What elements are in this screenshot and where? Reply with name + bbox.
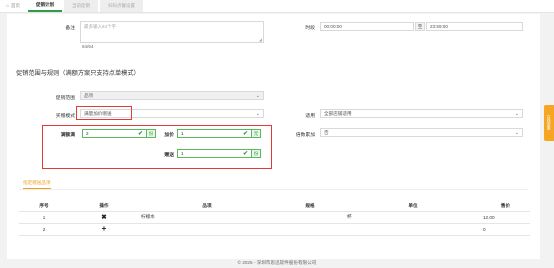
footer-copyright: © 2025 - 深圳市思迅软件股份有限公司	[237, 260, 317, 265]
subtab-divider	[19, 189, 528, 190]
row-index: 1	[19, 211, 69, 224]
chevron-down-icon: ⌄	[514, 111, 519, 117]
chevron-down-icon: ⌄	[255, 111, 260, 117]
apply-select[interactable]: 全部店铺适用 ⌄	[320, 109, 523, 118]
tab-specified-gift-items[interactable]: 指定赠送品项	[23, 180, 51, 189]
row-price[interactable]: 0	[481, 223, 530, 236]
resize-grip-icon[interactable]: ◢	[259, 37, 262, 42]
mode-label: 买赠模式	[55, 114, 75, 119]
scope-section-title: 促销范围与规则（满额方案只支持点单模式）	[16, 70, 140, 77]
check-icon: ✔	[137, 131, 143, 137]
row-unit	[345, 223, 481, 236]
multiply-value: 否	[324, 129, 329, 135]
col-spec-header: 规格	[275, 201, 345, 212]
main-panel: 备注 最多输入64个字 ◢ 64/64 时段 00:00:00 至 23:59:…	[7, 14, 540, 259]
table-row: 2 + 0	[19, 223, 530, 236]
gift-label: 赠送	[164, 153, 174, 158]
time-start-input[interactable]: 00:00:00	[320, 22, 414, 31]
range-select: 品项 ⌄	[80, 91, 264, 100]
row-spec	[275, 211, 345, 224]
add-price-input[interactable]: 1 ✔ 元	[177, 129, 261, 138]
row-unit: 杯	[345, 211, 481, 224]
tab-home[interactable]: ⌂ 首页	[0, 0, 28, 12]
remark-textarea[interactable]: 最多输入64个字 ◢	[80, 21, 264, 43]
full-amount-input[interactable]: 2 ✔ 份	[82, 129, 156, 138]
time-label: 时段	[305, 26, 315, 31]
col-unit-header: 单位	[345, 201, 481, 212]
tab-current-promotion[interactable]: 当前促销	[64, 0, 99, 12]
row-price[interactable]: 12.00	[481, 211, 530, 224]
chevron-down-icon: ⌄	[514, 130, 519, 136]
home-icon: ⌂	[6, 3, 10, 9]
row-item[interactable]: 柠檬水	[139, 211, 275, 224]
time-end-input[interactable]: 23:59:00	[426, 22, 523, 31]
col-index-header: 序号	[19, 201, 69, 212]
multiply-select[interactable]: 否 ⌄	[320, 128, 523, 137]
online-service-handle[interactable]: 在线客服	[544, 105, 554, 141]
price-label: 加价	[164, 133, 174, 138]
row-action: ✖	[69, 211, 139, 224]
apply-label: 适用	[305, 114, 315, 119]
col-item-header: 品项	[139, 201, 275, 212]
add-price-value: 1	[181, 131, 184, 136]
table-row: 1 ✖ 柠檬水 杯 12.00	[19, 211, 530, 224]
col-price-header: 售价	[481, 201, 530, 212]
remark-counter: 64/64	[82, 44, 94, 49]
add-price-unit: 元	[251, 129, 261, 138]
full-label: 满额满	[60, 133, 75, 138]
chevron-down-icon: ⌄	[255, 93, 260, 99]
range-label: 促销范围	[55, 96, 75, 101]
range-value: 品项	[84, 92, 94, 98]
gift-quantity-input[interactable]: 1 ✔ 份	[177, 149, 261, 158]
row-spec	[275, 223, 345, 236]
row-index: 2	[19, 223, 69, 236]
time-separator: 至	[415, 22, 425, 31]
row-item[interactable]	[139, 223, 275, 236]
check-icon: ✔	[242, 151, 248, 157]
online-service-label: 在线客服	[547, 115, 552, 131]
row-action: +	[69, 223, 139, 236]
table-header-row: 序号 操作 品项 规格 单位 售价	[19, 201, 530, 212]
top-tab-bar: ⌂ 首页 促销计划 当前促销 扫码点餐设置	[0, 0, 554, 13]
apply-value: 全部店铺适用	[324, 110, 352, 116]
remark-placeholder: 最多输入64个字	[84, 24, 117, 29]
tab-home-label: 首页	[11, 3, 21, 8]
multiply-label: 倍数累加	[295, 133, 315, 138]
gift-quantity-value: 1	[181, 151, 184, 156]
col-action-header: 操作	[69, 201, 139, 212]
tab-scan-order-settings[interactable]: 扫码点餐设置	[100, 0, 144, 12]
tab-promotion-plan[interactable]: 促销计划	[28, 0, 63, 12]
mode-highlight-box	[76, 106, 132, 120]
gift-quantity-unit: 份	[251, 149, 261, 158]
full-amount-value: 2	[86, 131, 89, 136]
gift-items-table: 序号 操作 品项 规格 单位 售价 1 ✖ 柠檬水 杯 12.00 2 + 0	[19, 201, 530, 236]
remark-label: 备注	[65, 26, 75, 31]
plus-icon[interactable]: +	[102, 224, 107, 233]
close-icon[interactable]: ✖	[101, 214, 106, 221]
check-icon: ✔	[242, 131, 248, 137]
